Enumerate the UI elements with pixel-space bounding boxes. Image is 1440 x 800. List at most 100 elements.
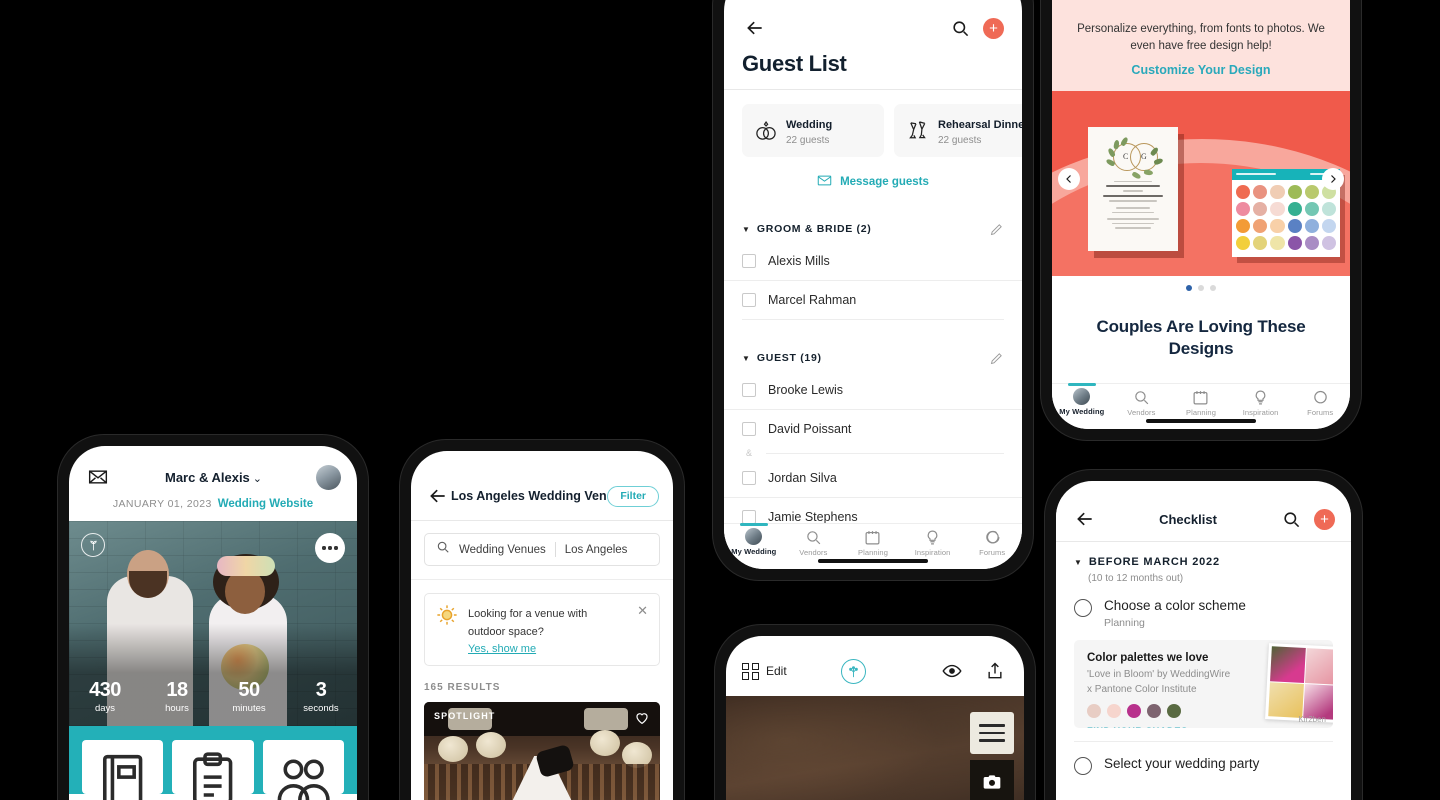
list-item[interactable]: Jordan Silva bbox=[724, 458, 1022, 497]
share-icon[interactable] bbox=[982, 658, 1008, 684]
chevron-down-icon[interactable]: ▼ bbox=[742, 354, 750, 363]
task-checkbox[interactable] bbox=[1074, 599, 1092, 617]
promo-card-color-palettes[interactable]: Color palettes we love 'Love in Bloom' b… bbox=[1074, 640, 1333, 728]
back-arrow-icon[interactable] bbox=[425, 483, 451, 509]
search-location-value[interactable]: Los Angeles bbox=[565, 544, 628, 556]
customize-design-link[interactable]: Customize Your Design bbox=[1074, 63, 1328, 77]
edit-button[interactable]: Edit bbox=[742, 662, 787, 680]
tab-label: My Wedding bbox=[1059, 407, 1105, 416]
back-arrow-icon[interactable] bbox=[1072, 506, 1098, 532]
tab-forums[interactable]: Forums bbox=[962, 528, 1022, 557]
photo-editor-screen: Edit bbox=[726, 636, 1024, 800]
tab-inspiration[interactable]: Inspiration bbox=[903, 528, 963, 557]
search-icon[interactable] bbox=[1278, 506, 1304, 532]
close-icon[interactable]: ✕ bbox=[637, 604, 648, 617]
filter-button[interactable]: Filter bbox=[607, 485, 659, 507]
tab-my-wedding[interactable]: My Wedding bbox=[724, 523, 784, 556]
countdown: 430 days 18 hours 50 minutes 3 seconds bbox=[69, 679, 357, 714]
search-icon[interactable] bbox=[947, 15, 973, 41]
event-card-rehearsal-dinner[interactable]: Rehearsal Dinner 22 guests bbox=[894, 104, 1022, 157]
tab-forums[interactable]: Forums bbox=[1290, 388, 1350, 417]
search-input[interactable]: Wedding Venues Los Angeles bbox=[424, 533, 660, 566]
list-item[interactable]: David Poissant bbox=[724, 409, 1022, 448]
tab-vendors[interactable]: Vendors bbox=[1112, 388, 1172, 417]
photo-preview[interactable] bbox=[726, 696, 1024, 800]
edit-pencil-icon[interactable] bbox=[988, 350, 1004, 366]
chevron-down-icon[interactable]: ⌄ bbox=[253, 473, 262, 485]
couple-name[interactable]: Marc & Alexis ⌄ bbox=[111, 470, 316, 485]
heart-icon[interactable] bbox=[634, 710, 650, 726]
carousel-dot-active[interactable] bbox=[1186, 284, 1192, 291]
venue-result-card[interactable]: SPOTLIGHT bbox=[424, 702, 660, 800]
countdown-unit-minutes: 50 minutes bbox=[213, 679, 285, 714]
search-category-value[interactable]: Wedding Venues bbox=[459, 544, 546, 556]
guest-list-header: + Guest List bbox=[724, 0, 1022, 77]
leaf-badge-icon[interactable] bbox=[81, 533, 105, 557]
carousel-dot[interactable] bbox=[1210, 284, 1216, 291]
lightbulb-icon bbox=[1252, 388, 1270, 406]
add-guest-button[interactable]: + bbox=[983, 17, 1004, 39]
sun-icon bbox=[436, 604, 458, 626]
guest-checkbox[interactable] bbox=[742, 293, 756, 307]
countdown-label: minutes bbox=[232, 703, 266, 714]
page-title: Los Angeles Wedding Ven... bbox=[451, 489, 608, 503]
edit-pencil-icon[interactable] bbox=[988, 221, 1004, 237]
carousel-dot[interactable] bbox=[1198, 284, 1204, 291]
task-checkbox[interactable] bbox=[1074, 757, 1092, 775]
group-label: GUEST (19) bbox=[756, 352, 822, 364]
event-name: Wedding bbox=[786, 119, 833, 131]
group-header-groom-bride[interactable]: ▼ GROOM & BRIDE (2) bbox=[724, 221, 1022, 237]
checklist-screen: Checklist + ▼ BEFORE MARCH 2022 (10 to 1… bbox=[1056, 481, 1351, 800]
quick-card-tasks[interactable]: Tasks bbox=[172, 740, 254, 800]
checklist-item[interactable]: Select your wedding party bbox=[1056, 742, 1351, 775]
guest-name: David Poissant bbox=[768, 422, 852, 436]
wedding-website-link[interactable]: Wedding Website bbox=[218, 498, 313, 510]
tab-vendors[interactable]: Vendors bbox=[784, 528, 844, 557]
tab-planning[interactable]: Planning bbox=[1171, 388, 1231, 417]
tip-action-link[interactable]: Yes, show me bbox=[468, 643, 627, 655]
list-item[interactable]: Brooke Lewis bbox=[724, 370, 1022, 409]
message-guests-button[interactable]: Message guests bbox=[724, 157, 1022, 191]
guest-checkbox[interactable] bbox=[742, 422, 756, 436]
envelope-icon[interactable] bbox=[85, 464, 111, 490]
event-name: Rehearsal Dinner bbox=[938, 119, 1022, 131]
color-swatch[interactable] bbox=[1167, 704, 1181, 718]
tab-inspiration[interactable]: Inspiration bbox=[1231, 388, 1291, 417]
guest-checkbox[interactable] bbox=[742, 382, 756, 397]
eye-icon[interactable] bbox=[939, 658, 965, 684]
guest-checkbox[interactable] bbox=[742, 253, 756, 268]
add-task-button[interactable]: + bbox=[1314, 508, 1335, 530]
guest-checkbox[interactable] bbox=[742, 470, 756, 485]
chevron-down-icon[interactable]: ▼ bbox=[742, 225, 750, 234]
camera-icon[interactable] bbox=[970, 760, 1014, 800]
phone-designs: Personalize everything, from fonts to ph… bbox=[1041, 0, 1361, 440]
event-card-wedding[interactable]: Wedding 22 guests bbox=[742, 104, 884, 157]
tab-label: Inspiration bbox=[1242, 408, 1279, 417]
back-arrow-icon[interactable] bbox=[742, 15, 768, 41]
color-swatch[interactable] bbox=[1127, 704, 1141, 718]
group-header-guest[interactable]: ▼ GUEST (19) bbox=[724, 350, 1022, 366]
guest-name: Jamie Stephens bbox=[768, 510, 858, 524]
tab-my-wedding[interactable]: My Wedding bbox=[1052, 383, 1112, 416]
tab-label: My Wedding bbox=[731, 547, 777, 556]
avatar[interactable] bbox=[316, 464, 341, 490]
checklist-section-header[interactable]: ▼ BEFORE MARCH 2022 (10 to 12 months out… bbox=[1056, 542, 1351, 584]
quick-card-vendors[interactable]: Vendors bbox=[82, 740, 164, 800]
tab-planning[interactable]: Planning bbox=[843, 528, 903, 557]
guest-checkbox[interactable] bbox=[742, 510, 756, 524]
chevron-down-icon[interactable]: ▼ bbox=[1074, 558, 1082, 567]
list-item[interactable]: Marcel Rahman bbox=[724, 280, 1022, 319]
carousel-dots bbox=[1052, 275, 1350, 302]
promo-block: Personalize everything, from fonts to ph… bbox=[1052, 11, 1350, 91]
more-options-icon[interactable] bbox=[315, 533, 345, 563]
color-swatch[interactable] bbox=[1087, 704, 1101, 718]
list-item[interactable]: Alexis Mills bbox=[724, 241, 1022, 280]
checklist-item[interactable]: Choose a color scheme Planning bbox=[1056, 584, 1351, 629]
quick-card-guests[interactable]: Guests bbox=[262, 740, 344, 800]
find-your-shades-link[interactable]: FIND YOUR SHADES bbox=[1087, 726, 1320, 728]
wedding-date: JANUARY 01, 2023 bbox=[112, 498, 212, 510]
color-swatch[interactable] bbox=[1147, 704, 1161, 718]
hamburger-menu-icon[interactable] bbox=[970, 712, 1014, 754]
color-swatch[interactable] bbox=[1107, 704, 1121, 718]
avatar-icon bbox=[1073, 388, 1091, 405]
